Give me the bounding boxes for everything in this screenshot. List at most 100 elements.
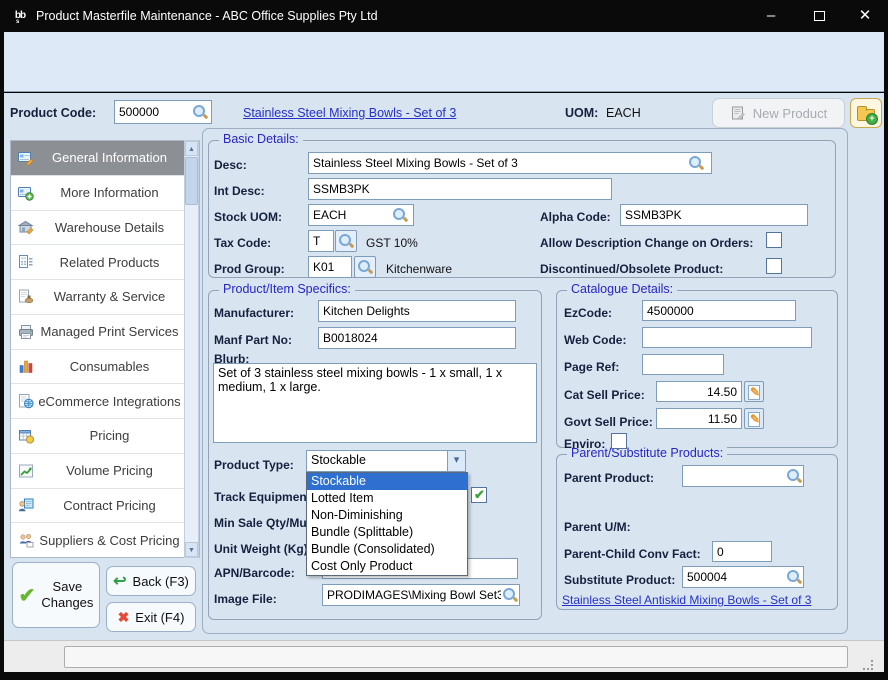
desc-input[interactable] xyxy=(308,152,712,174)
exit-label: Exit (F4) xyxy=(135,610,184,625)
prod-group-input[interactable] xyxy=(308,256,352,278)
contract-person-icon xyxy=(18,497,36,513)
folder-add-icon xyxy=(857,109,875,121)
manf-part-no-input[interactable] xyxy=(318,327,516,349)
blurb-textarea[interactable]: Set of 3 stainless steel mixing bowls - … xyxy=(213,363,537,443)
new-product-label: New Product xyxy=(753,106,827,121)
tax-code-search-icon xyxy=(338,233,354,249)
sidebar-item-pricing[interactable]: Pricing xyxy=(11,419,199,454)
sidebar-item-general-information[interactable]: General Information xyxy=(11,141,199,176)
status-bar xyxy=(4,640,884,672)
manufacturer-label: Manufacturer: xyxy=(214,306,294,320)
sidebar-item-related-products[interactable]: Related Products xyxy=(11,245,199,280)
dropdown-option-non-diminishing[interactable]: Non-Diminishing xyxy=(307,507,467,524)
back-button[interactable]: ↩ Back (F3) xyxy=(106,566,196,596)
sidebar-nav: General Information More Information War… xyxy=(10,140,200,558)
manufacturer-input[interactable] xyxy=(318,300,516,322)
resize-grip-icon[interactable] xyxy=(862,659,874,671)
sidebar-item-volume-pricing[interactable]: Volume Pricing xyxy=(11,454,199,489)
stock-uom-label: Stock UOM: xyxy=(214,210,282,224)
track-equipment-label: Track Equipment: xyxy=(214,490,315,504)
sidebar-item-ecommerce-integrations[interactable]: eCommerce Integrations xyxy=(11,384,199,419)
unit-weight-label: Unit Weight (Kg): xyxy=(214,542,312,556)
substitute-product-link[interactable]: Stainless Steel Antiskid Mixing Bowls - … xyxy=(562,593,811,607)
parent-product-label: Parent Product: xyxy=(564,471,654,485)
dropdown-option-bundle-splittable[interactable]: Bundle (Splittable) xyxy=(307,524,467,541)
product-type-combobox[interactable]: Stockable ▾ xyxy=(306,450,466,472)
exit-button[interactable]: ✖ Exit (F4) xyxy=(106,602,196,632)
prod-group-label: Prod Group: xyxy=(214,262,285,276)
sidebar-item-warranty-service[interactable]: Warranty & Service xyxy=(11,280,199,315)
track-equipment-checkbox[interactable] xyxy=(471,487,487,503)
dropdown-option-lotted-item[interactable]: Lotted Item xyxy=(307,490,467,507)
tax-code-input[interactable] xyxy=(308,230,334,252)
stock-uom-search-icon[interactable] xyxy=(392,207,408,223)
uom-value: EACH xyxy=(606,106,641,120)
window-border-bottom xyxy=(0,672,888,680)
scroll-up-icon[interactable]: ▲ xyxy=(185,141,198,156)
sidebar-item-managed-print-services[interactable]: Managed Print Services xyxy=(11,315,199,350)
app-logo-icon: bbs xyxy=(12,8,28,24)
conv-fact-input[interactable] xyxy=(712,541,772,562)
dropdown-option-stockable[interactable]: Stockable xyxy=(307,473,467,490)
scrollbar-thumb[interactable] xyxy=(185,157,198,205)
new-product-button[interactable]: New Product xyxy=(712,98,845,128)
tax-code-description: GST 10% xyxy=(366,236,418,250)
save-changes-label: Save Changes xyxy=(41,579,93,612)
header-band xyxy=(4,32,884,92)
sidebar-item-label: Consumables xyxy=(36,359,199,374)
save-changes-button[interactable]: ✔ Save Changes xyxy=(12,562,100,628)
substitute-product-label: Substitute Product: xyxy=(564,573,675,587)
volume-chart-icon xyxy=(18,463,36,479)
minimize-button[interactable]: – xyxy=(754,4,788,28)
sidebar-item-more-information[interactable]: More Information xyxy=(11,176,199,211)
substitute-product-search-icon[interactable] xyxy=(786,569,802,585)
dropdown-option-bundle-consolidated[interactable]: Bundle (Consolidated) xyxy=(307,541,467,558)
sidebar-item-label: Contract Pricing xyxy=(36,498,199,513)
int-desc-input[interactable] xyxy=(308,178,612,200)
window-title: Product Masterfile Maintenance - ABC Off… xyxy=(36,9,378,23)
sidebar-item-label: Volume Pricing xyxy=(36,463,199,478)
maximize-button[interactable] xyxy=(802,4,836,28)
sidebar-item-contract-pricing[interactable]: Contract Pricing xyxy=(11,489,199,524)
enviro-checkbox[interactable] xyxy=(611,433,627,449)
image-file-input[interactable] xyxy=(322,584,520,606)
id-card-edit-icon xyxy=(18,150,36,166)
image-file-search-icon[interactable] xyxy=(502,587,518,603)
sidebar-item-label: eCommerce Integrations xyxy=(36,394,199,409)
sidebar-scrollbar[interactable]: ▲ ▼ xyxy=(184,140,199,558)
tax-code-search-button[interactable] xyxy=(335,230,357,252)
tax-code-label: Tax Code: xyxy=(214,236,271,250)
scroll-down-icon[interactable]: ▼ xyxy=(185,542,198,557)
chevron-down-icon[interactable]: ▾ xyxy=(447,451,465,471)
product-type-value: Stockable xyxy=(311,453,366,467)
product-description-link[interactable]: Stainless Steel Mixing Bowls - Set of 3 xyxy=(243,106,456,120)
allow-desc-change-label: Allow Description Change on Orders: xyxy=(540,236,753,250)
close-button[interactable]: ✕ xyxy=(848,4,882,28)
dropdown-option-cost-only-product[interactable]: Cost Only Product xyxy=(307,558,467,575)
desc-search-icon[interactable] xyxy=(688,155,704,171)
sidebar-item-consumables[interactable]: Consumables xyxy=(11,350,199,385)
sidebar-item-warehouse-details[interactable]: Warehouse Details xyxy=(11,211,199,246)
cat-sell-price-input[interactable] xyxy=(656,381,742,402)
enviro-label: Enviro: xyxy=(564,437,605,451)
alpha-code-input[interactable] xyxy=(620,204,808,226)
cat-sell-price-edit-icon[interactable] xyxy=(744,381,764,402)
product-code-search-icon[interactable] xyxy=(192,104,208,120)
prod-group-search-button[interactable] xyxy=(354,256,376,278)
sidebar-item-suppliers-cost-pricing[interactable]: Suppliers & Cost Pricing xyxy=(11,523,199,557)
govt-sell-price-edit-icon[interactable] xyxy=(744,408,764,429)
page-ref-input[interactable] xyxy=(642,354,724,375)
product-type-dropdown-list: Stockable Lotted Item Non-Diminishing Bu… xyxy=(306,472,468,576)
web-code-input[interactable] xyxy=(642,327,812,348)
parent-product-search-icon[interactable] xyxy=(786,468,802,484)
manf-part-no-label: Manf Part No: xyxy=(214,333,292,347)
govt-sell-price-label: Govt Sell Price: xyxy=(564,415,653,429)
allow-desc-change-checkbox[interactable] xyxy=(766,232,782,248)
ezcode-input[interactable] xyxy=(642,300,796,321)
govt-sell-price-input[interactable] xyxy=(656,408,742,429)
open-folder-button[interactable] xyxy=(850,98,882,128)
prod-group-search-icon xyxy=(357,259,373,275)
discontinued-checkbox[interactable] xyxy=(766,258,782,274)
conv-fact-label: Parent-Child Conv Fact: xyxy=(564,547,701,561)
